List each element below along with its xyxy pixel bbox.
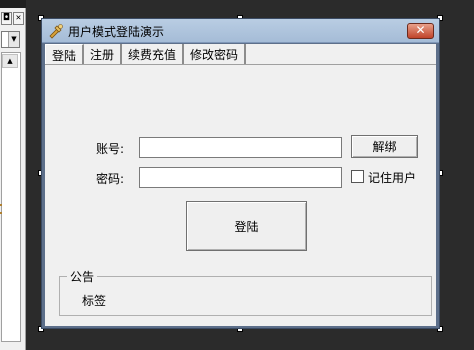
chevron-down-icon[interactable]: ▼ [8,32,19,47]
window-client-area: 登陆 注册 续费充值 修改密码 账号: 解绑 密码: 记住用户 登陆 公告 标签 [45,44,436,326]
tab-divider [45,64,436,65]
account-label: 账号: [96,142,125,156]
close-button[interactable]: ✕ [407,23,434,39]
ide-property-list[interactable] [1,52,21,342]
remember-user-label: 记住用户 [368,171,417,185]
app-icon [49,24,63,39]
window-title: 用户模式登陆演示 [68,25,165,39]
tab-strip: 登陆 注册 续费充值 修改密码 [45,44,247,64]
remember-user-checkbox[interactable] [351,170,364,183]
password-input[interactable] [139,167,342,188]
ide-marker [0,204,2,206]
login-button[interactable]: 登陆 [186,201,307,251]
restore-icon[interactable]: ◘ [1,12,12,25]
title-bar[interactable]: 用户模式登陆演示 ✕ [42,19,439,43]
password-label: 密码: [96,172,125,186]
account-input[interactable] [139,137,342,158]
tab-recharge[interactable]: 续费充值 [122,44,185,64]
unbind-button[interactable]: 解绑 [351,135,418,158]
close-icon: ✕ [415,23,426,37]
notice-content: 标签 [82,294,107,308]
ide-object-combo[interactable]: ▼ [1,31,20,48]
ide-marker [0,212,2,214]
ide-panel-buttons: ◘ ✕ [1,12,25,26]
close-panel-icon[interactable]: ✕ [13,12,24,25]
scroll-up-icon[interactable]: ▲ [2,54,18,68]
notice-groupbox [59,276,432,316]
tab-change-password[interactable]: 修改密码 [184,44,247,64]
tab-register[interactable]: 注册 [84,44,123,64]
tab-login[interactable]: 登陆 [45,44,85,64]
ide-top-bar [0,0,26,8]
notice-group-title: 公告 [67,268,98,285]
ide-side-panel: ◘ ✕ ▼ ▲ [0,0,26,350]
login-demo-window: 用户模式登陆演示 ✕ 登陆 注册 续费充值 修改密码 账号: 解绑 密码: 记住… [41,18,440,329]
